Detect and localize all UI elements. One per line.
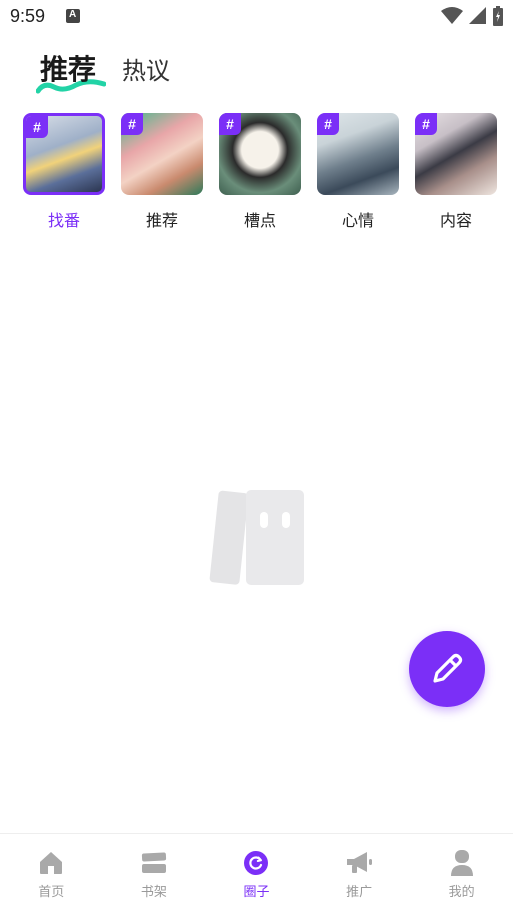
topic-label: 心情 [341, 211, 374, 230]
circle-icon [242, 849, 270, 877]
tab-hot[interactable]: 热议 [122, 51, 170, 88]
pencil-icon [433, 653, 463, 683]
nav-profile[interactable]: 我的 [410, 834, 513, 913]
system-icons [441, 6, 503, 26]
topic-label: 内容 [439, 211, 472, 230]
hashtag-badge: # [415, 113, 437, 135]
nav-label: 推广 [346, 885, 373, 900]
topic-cover-image: # [219, 113, 301, 195]
topic-cover-image: # [415, 113, 497, 195]
hashtag-badge: # [317, 113, 339, 135]
topic-list: # 找番 # 推荐 # 槽点 # 心情 # 内容 [21, 113, 499, 231]
topic-label: 推荐 [145, 211, 178, 230]
signal-icon [469, 7, 486, 24]
home-icon [37, 849, 65, 877]
nav-label: 首页 [38, 885, 65, 900]
topic-cover-image: # [121, 113, 203, 195]
status-time: 9:59 [10, 6, 46, 26]
bottom-nav: 首页 书架 圈子 推广 我的 [0, 833, 513, 913]
notification-a-icon [66, 9, 80, 23]
tab-recommend[interactable]: 推荐 [36, 48, 106, 94]
megaphone-icon [345, 849, 373, 877]
bookshelf-icon [140, 849, 168, 877]
compose-post-button[interactable] [409, 631, 485, 707]
nav-label: 圈子 [243, 885, 270, 900]
topic-item-rant[interactable]: # 槽点 [217, 113, 303, 231]
tab-label: 推荐 [40, 53, 97, 86]
nav-bookshelf[interactable]: 书架 [103, 834, 206, 913]
topic-item-content[interactable]: # 内容 [413, 113, 499, 231]
nav-label: 书架 [140, 885, 167, 900]
topic-item-mood[interactable]: # 心情 [315, 113, 401, 231]
user-icon [448, 849, 476, 877]
hashtag-badge: # [121, 113, 143, 135]
hashtag-badge: # [219, 113, 241, 135]
battery-icon [493, 6, 503, 26]
nav-label: 我的 [448, 885, 475, 900]
nav-circle[interactable]: 圈子 [205, 834, 308, 913]
topic-item-recommend[interactable]: # 推荐 [119, 113, 205, 231]
empty-state-illustration [209, 490, 304, 585]
status-bar: 9:59 [0, 0, 513, 34]
tab-label: 热议 [122, 57, 171, 85]
top-tabs: 推荐 热议 [36, 48, 170, 94]
hashtag-badge: # [26, 116, 48, 138]
topic-cover-image: # [23, 113, 105, 195]
topic-label: 找番 [47, 211, 80, 230]
topic-label: 槽点 [243, 211, 276, 230]
topic-cover-image: # [317, 113, 399, 195]
topic-item-find[interactable]: # 找番 [21, 113, 107, 231]
nav-home[interactable]: 首页 [0, 834, 103, 913]
nav-promote[interactable]: 推广 [308, 834, 411, 913]
wifi-icon [441, 7, 463, 24]
